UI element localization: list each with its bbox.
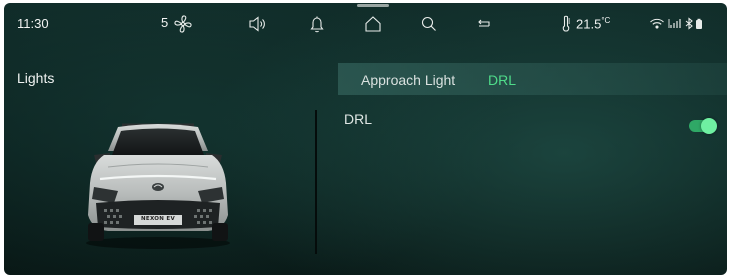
system-icons xyxy=(649,15,719,33)
car-image: NEXON EV xyxy=(74,111,242,251)
toggle-knob xyxy=(701,118,717,134)
tab-approach-light[interactable]: Approach Light xyxy=(361,72,455,88)
thermometer-icon xyxy=(555,13,577,35)
search-icon[interactable] xyxy=(418,13,440,35)
tab-drl[interactable]: DRL xyxy=(488,72,516,88)
page-title: Lights xyxy=(17,70,55,86)
battery-icon xyxy=(696,18,702,29)
clock: 11:30 xyxy=(17,16,49,31)
speaker-icon[interactable] xyxy=(247,13,269,35)
drl-toggle[interactable] xyxy=(689,118,717,134)
fan-speed-value: 5 xyxy=(161,15,169,30)
temperature-unit: °C xyxy=(601,16,611,25)
bluetooth-icon xyxy=(685,17,693,30)
home-indicator xyxy=(357,4,389,7)
temperature-value: 21.5 xyxy=(576,16,602,32)
return-icon[interactable] xyxy=(473,13,495,35)
drl-setting-label: DRL xyxy=(344,111,373,127)
infotainment-screen: 11:30 5 21.5°C Lights NEXON EV Approach … xyxy=(4,3,727,275)
panel-divider xyxy=(315,110,317,254)
signal-icon xyxy=(668,19,681,28)
fan-icon[interactable] xyxy=(172,13,194,35)
car-badge-text: NEXON EV xyxy=(140,216,175,222)
home-icon[interactable] xyxy=(362,13,384,35)
status-bar: 11:30 5 21.5°C xyxy=(4,3,727,43)
bell-icon[interactable] xyxy=(306,13,328,35)
tab-bar: Approach Light DRL xyxy=(338,63,727,95)
cabin-temperature: 21.5°C xyxy=(576,16,610,31)
wifi-icon xyxy=(650,18,664,29)
